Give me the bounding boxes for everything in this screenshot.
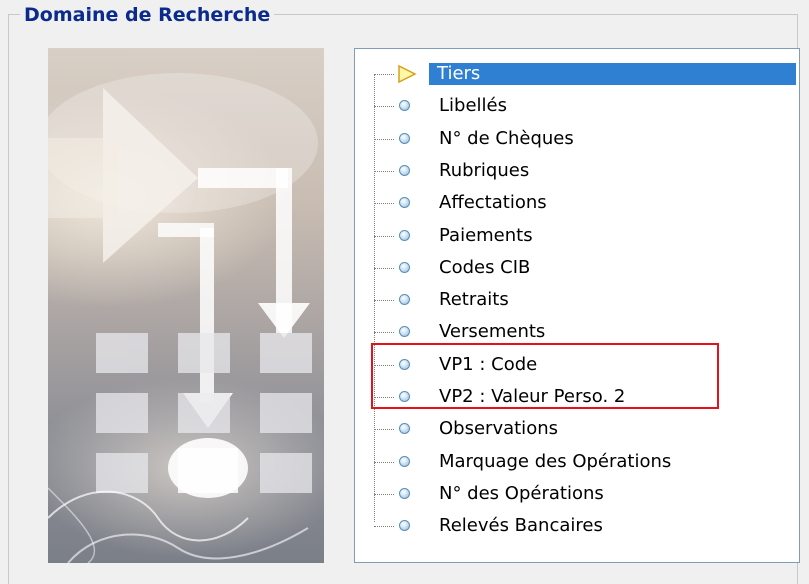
tree-connector: [374, 461, 394, 463]
tree-item-label: Observations: [439, 418, 558, 440]
tree-connector: [374, 300, 394, 302]
bullet-icon: [399, 261, 410, 273]
bullet-icon: [399, 487, 410, 499]
tree-item-label: Retraits: [439, 289, 509, 311]
tree-item[interactable]: Paiements: [355, 221, 795, 251]
decorative-flow-image: [48, 48, 324, 563]
tree-item[interactable]: Marquage des Opérations: [355, 447, 795, 477]
bullet-icon: [399, 520, 410, 532]
bullet-icon: [399, 197, 410, 209]
bullet-icon: [399, 229, 410, 241]
tree-connector: [374, 493, 394, 495]
bullet-icon: [399, 132, 410, 144]
tree-item[interactable]: Retraits: [355, 285, 795, 315]
tree-item[interactable]: Affectations: [355, 188, 795, 218]
bullet-icon: [399, 294, 410, 306]
tree-connector: [374, 267, 394, 269]
tree-item-label: Relevés Bancaires: [439, 515, 603, 537]
tree-item[interactable]: Relevés Bancaires: [355, 511, 795, 541]
tree-item-label: Versements: [439, 321, 546, 343]
bullet-icon: [399, 100, 410, 112]
tree-item[interactable]: Codes CIB: [355, 253, 795, 283]
tree-connector: [374, 138, 394, 140]
bullet-icon: [399, 423, 410, 435]
tree-connector: [374, 332, 394, 334]
tree-connector: [374, 106, 394, 108]
tree-item[interactable]: Rubriques: [355, 156, 795, 186]
tree-item-label: Affectations: [439, 192, 547, 214]
flow-illustration: [48, 73, 318, 563]
search-domain-tree[interactable]: Tiers Libellés N° de Chèques Rubriques Affec…: [354, 48, 800, 563]
tree-connector: [374, 203, 394, 205]
tree-item-label: Codes CIB: [439, 256, 531, 278]
tree-connector: [374, 526, 394, 528]
tree-item-label: Paiements: [439, 224, 533, 246]
bullet-icon: [399, 455, 410, 467]
bullet-icon: [399, 326, 410, 338]
tree-item-label: N° des Opérations: [439, 482, 604, 504]
tree-item[interactable]: N° de Chèques: [355, 124, 795, 154]
tree-item[interactable]: N° des Opérations: [355, 479, 795, 509]
tree-item[interactable]: Libellés: [355, 91, 795, 121]
tree-item[interactable]: Observations: [355, 414, 795, 444]
play-arrow-icon: [398, 64, 417, 84]
tree-item-label: Rubriques: [439, 159, 530, 181]
group-title: Domaine de Recherche: [20, 4, 275, 26]
tree-connector: [374, 429, 394, 431]
tree-connector: [374, 235, 394, 237]
tree-item-label: Tiers: [429, 63, 796, 85]
tree-connector: [374, 170, 394, 172]
tree-item-label: Libellés: [439, 95, 507, 117]
tree-item[interactable]: Tiers: [355, 59, 796, 89]
annotation-highlight-box: [371, 343, 719, 409]
tree-item-label: Marquage des Opérations: [439, 450, 672, 472]
tree-item-label: N° de Chèques: [439, 127, 574, 149]
tree-connector: [374, 74, 394, 75]
bullet-icon: [399, 164, 410, 176]
